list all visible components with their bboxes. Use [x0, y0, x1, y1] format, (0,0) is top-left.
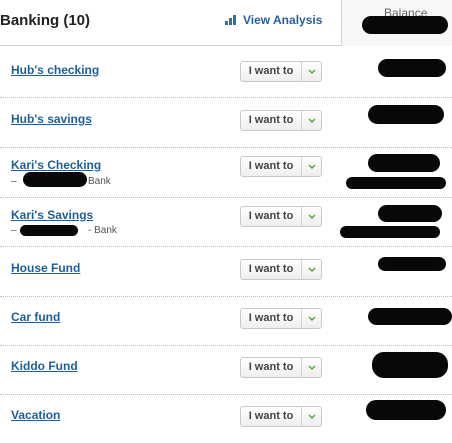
account-name-link[interactable]: Vacation [11, 408, 60, 422]
chevron-down-icon [302, 358, 321, 377]
account-bank-line: – - Bank [11, 225, 117, 236]
redacted-balance-detail [340, 226, 440, 238]
i-want-to-dropdown[interactable]: I want to [240, 61, 322, 82]
redacted-balance-detail [346, 177, 446, 189]
i-want-to-dropdown[interactable]: I want to [240, 406, 322, 427]
redacted-balance [378, 257, 446, 271]
account-name-link[interactable]: Kari's Savings [11, 208, 93, 222]
redacted-balance [372, 352, 448, 378]
i-want-to-label: I want to [241, 207, 302, 226]
account-bank-line: – Bank [11, 176, 111, 187]
account-row: Hub's checking I want to [0, 47, 452, 98]
i-want-to-dropdown[interactable]: I want to [240, 357, 322, 378]
account-row: Kiddo Fund I want to [0, 346, 452, 395]
redacted-total-balance [362, 16, 448, 34]
account-row: Kari's Checking – Bank I want to [0, 148, 452, 198]
section-title: Banking (10) [0, 12, 91, 29]
i-want-to-dropdown[interactable]: I want to [240, 308, 322, 329]
account-name-link[interactable]: Hub's savings [11, 112, 92, 126]
redacted-balance [368, 308, 452, 325]
bank-line-prefix: – [11, 176, 17, 187]
redacted-balance [366, 400, 446, 420]
i-want-to-dropdown[interactable]: I want to [240, 206, 322, 227]
i-want-to-label: I want to [241, 260, 302, 279]
chevron-down-icon [302, 407, 321, 426]
banking-header: Banking (10) View Analysis Balance [0, 0, 452, 46]
redacted-bank-name [23, 172, 87, 187]
account-name-link[interactable]: Kiddo Fund [11, 359, 78, 373]
bank-line-suffix: Bank [88, 176, 111, 187]
i-want-to-dropdown[interactable]: I want to [240, 156, 322, 177]
account-row: Car fund I want to [0, 297, 452, 346]
i-want-to-label: I want to [241, 111, 302, 130]
account-row: Vacation I want to [0, 395, 452, 443]
account-row: House Fund I want to [0, 247, 452, 297]
redacted-balance [368, 154, 440, 172]
chevron-down-icon [302, 207, 321, 226]
account-name-link[interactable]: Kari's Checking [11, 158, 101, 172]
bank-line-prefix: – [11, 225, 17, 236]
bar-chart-icon [225, 15, 237, 25]
account-row: Hub's savings I want to [0, 98, 452, 148]
view-analysis-link[interactable]: View Analysis [225, 13, 322, 27]
chevron-down-icon [302, 260, 321, 279]
view-analysis-label: View Analysis [243, 13, 323, 27]
redacted-bank-name [20, 225, 78, 236]
i-want-to-label: I want to [241, 62, 302, 81]
i-want-to-label: I want to [241, 157, 302, 176]
account-name-link[interactable]: House Fund [11, 261, 80, 275]
i-want-to-dropdown[interactable]: I want to [240, 110, 322, 131]
i-want-to-label: I want to [241, 358, 302, 377]
chevron-down-icon [302, 309, 321, 328]
bank-line-suffix: - Bank [88, 225, 117, 236]
redacted-balance [368, 105, 444, 124]
chevron-down-icon [302, 62, 321, 81]
balance-column-header: Balance [341, 0, 452, 46]
redacted-balance [378, 59, 446, 77]
chevron-down-icon [302, 157, 321, 176]
account-name-link[interactable]: Car fund [11, 310, 60, 324]
i-want-to-dropdown[interactable]: I want to [240, 259, 322, 280]
i-want-to-label: I want to [241, 309, 302, 328]
account-row: Kari's Savings – - Bank I want to [0, 198, 452, 247]
chevron-down-icon [302, 111, 321, 130]
redacted-balance [378, 205, 442, 222]
i-want-to-label: I want to [241, 407, 302, 426]
account-name-link[interactable]: Hub's checking [11, 63, 99, 77]
